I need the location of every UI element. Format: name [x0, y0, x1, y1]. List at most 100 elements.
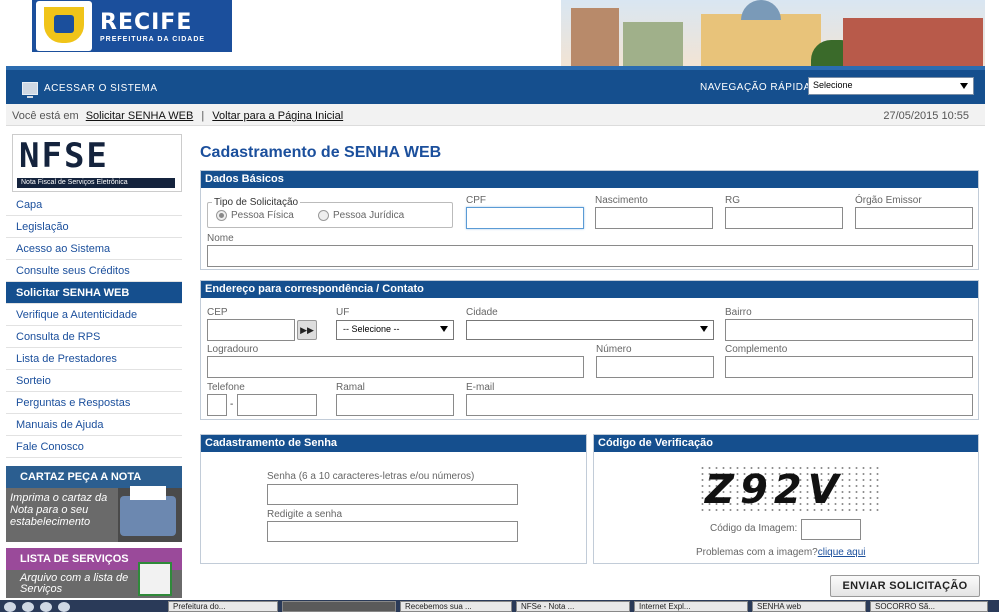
request-type-fieldset: Tipo de Solicitação Pessoa Física Pessoa… — [207, 197, 453, 228]
numero-input[interactable] — [596, 356, 714, 378]
basic-data-header: Dados Básicos — [201, 171, 978, 188]
verification-header: Código de Verificação — [594, 435, 978, 452]
nav-bar: ACESSAR O SISTEMA NAVEGAÇÃO RÁPIDA Selec… — [6, 66, 985, 104]
sidebar-item-rps[interactable]: Consulta de RPS — [6, 326, 182, 348]
breadcrumb-current-link[interactable]: Solicitar SENHA WEB — [86, 110, 194, 122]
service-list-banner[interactable]: LISTA DE SERVIÇOS Arquivo com a lista de… — [6, 548, 182, 598]
taskbar-item[interactable]: SENHA web — [752, 601, 866, 612]
complemento-label: Complemento — [725, 344, 788, 355]
bairro-input[interactable] — [725, 319, 973, 341]
captcha-help: Problemas com a imagem?clique aqui — [696, 547, 866, 558]
nascimento-input[interactable] — [595, 207, 713, 229]
rg-label: RG — [725, 195, 740, 206]
captcha-input[interactable] — [801, 519, 861, 540]
sidebar-item-solicitar-senha[interactable]: Solicitar SENHA WEB — [6, 282, 182, 304]
spreadsheet-icon — [138, 562, 172, 596]
uf-value: -- Selecione -- — [343, 324, 400, 334]
quick-launch-icon[interactable] — [22, 602, 34, 612]
chevron-down-icon — [960, 83, 968, 89]
telefone-ddd-input[interactable] — [207, 394, 227, 416]
taskbar-item[interactable]: Recebemos sua ... — [400, 601, 512, 612]
redigite-senha-input[interactable] — [267, 521, 518, 542]
quick-nav-label: NAVEGAÇÃO RÁPIDA — [700, 82, 811, 93]
cep-label: CEP — [207, 307, 228, 318]
telefone-label: Telefone — [207, 382, 245, 393]
logo-title: RECIFE — [100, 9, 193, 35]
senha-label: Senha (6 a 10 caracteres-letras e/ou núm… — [267, 471, 475, 482]
quick-launch-icon[interactable] — [58, 602, 70, 612]
access-system-label: ACESSAR O SISTEMA — [44, 83, 158, 94]
orgao-emissor-input[interactable] — [855, 207, 973, 229]
telefone-dash: - — [230, 399, 234, 410]
basic-data-panel: Dados Básicos Tipo de Solicitação Pessoa… — [200, 170, 979, 270]
codigo-label: Código da Imagem: — [710, 523, 798, 534]
access-system-link[interactable]: ACESSAR O SISTEMA — [22, 82, 158, 98]
sidebar-item-capa[interactable]: Capa — [6, 194, 182, 216]
request-type-legend: Tipo de Solicitação — [212, 197, 301, 208]
sidebar: NFSE Nota Fiscal de Serviços Eletrônica … — [6, 134, 182, 598]
chevron-down-icon — [700, 326, 708, 332]
sidebar-item-prestadores[interactable]: Lista de Prestadores — [6, 348, 182, 370]
sidebar-item-legislacao[interactable]: Legislação — [6, 216, 182, 238]
refresh-captcha-link[interactable]: clique aqui — [818, 547, 866, 558]
sidebar-item-manuais[interactable]: Manuais de Ajuda — [6, 414, 182, 436]
taskbar-item[interactable]: SOCORRO Sã... — [870, 601, 988, 612]
sidebar-menu: Capa Legislação Acesso ao Sistema Consul… — [6, 194, 182, 458]
telefone-input[interactable] — [237, 394, 317, 416]
promo-title: CARTAZ PEÇA A NOTA — [6, 466, 182, 488]
recife-logo[interactable]: RECIFE PREFEITURA DA CIDADE — [32, 0, 232, 52]
ramal-input[interactable] — [336, 394, 454, 416]
redigite-label: Redigite a senha — [267, 509, 343, 520]
cpf-label: CPF — [466, 195, 486, 206]
logo-subtitle: PREFEITURA DA CIDADE — [100, 35, 206, 43]
cpf-input[interactable] — [466, 207, 584, 229]
quick-launch-icon[interactable] — [40, 602, 52, 612]
page-title: Cadastramento de SENHA WEB — [200, 144, 442, 161]
senha-input[interactable] — [267, 484, 518, 505]
nome-label: Nome — [207, 233, 234, 244]
cidade-select[interactable] — [466, 320, 714, 340]
cep-input[interactable] — [207, 319, 295, 341]
cidade-label: Cidade — [466, 307, 498, 318]
cep-search-button[interactable]: ▶▶ — [297, 320, 317, 340]
poster-promo-banner[interactable]: CARTAZ PEÇA A NOTA Imprima o cartaz da N… — [6, 466, 182, 542]
sidebar-item-creditos[interactable]: Consulte seus Créditos — [6, 260, 182, 282]
sidebar-item-sorteio[interactable]: Sorteio — [6, 370, 182, 392]
back-home-link[interactable]: Voltar para a Página Inicial — [212, 110, 343, 122]
radio-pessoa-juridica[interactable]: Pessoa Jurídica — [318, 210, 404, 221]
city-banner-image — [561, 0, 985, 66]
sidebar-item-autenticidade[interactable]: Verifique a Autenticidade — [6, 304, 182, 326]
printer-icon — [120, 486, 176, 536]
problems-label: Problemas com a imagem? — [696, 547, 818, 558]
submit-button[interactable]: ENVIAR SOLICITAÇÃO — [830, 575, 980, 597]
datetime-label: 27/05/2015 10:55 — [883, 110, 969, 122]
logradouro-input[interactable] — [207, 356, 584, 378]
sidebar-item-acesso[interactable]: Acesso ao Sistema — [6, 238, 182, 260]
password-panel: Cadastramento de Senha Senha (6 a 10 car… — [200, 434, 587, 564]
taskbar-item[interactable]: Internet Expl... — [634, 601, 748, 612]
sidebar-item-perguntas[interactable]: Perguntas e Respostas — [6, 392, 182, 414]
taskbar: Prefeitura do... Recebemos sua ... NFSe … — [0, 600, 999, 612]
promo-text: Imprima o cartaz da Nota para o seu esta… — [6, 488, 118, 542]
radio-pessoa-fisica[interactable]: Pessoa Física — [216, 210, 294, 221]
ramal-label: Ramal — [336, 382, 365, 393]
quick-launch-icon[interactable] — [4, 602, 16, 612]
taskbar-item-active[interactable] — [282, 601, 396, 612]
sidebar-item-fale-conosco[interactable]: Fale Conosco — [6, 436, 182, 458]
email-input[interactable] — [466, 394, 973, 416]
email-label: E-mail — [466, 382, 495, 393]
nascimento-label: Nascimento — [595, 195, 648, 206]
nfse-logo[interactable]: NFSE Nota Fiscal de Serviços Eletrônica — [12, 134, 182, 192]
quick-nav-value: Selecione — [813, 80, 853, 90]
uf-select[interactable]: -- Selecione -- — [336, 320, 454, 340]
captcha-image: Z92V — [699, 465, 879, 513]
complemento-input[interactable] — [725, 356, 973, 378]
taskbar-item[interactable]: NFSe - Nota ... — [516, 601, 630, 612]
taskbar-item[interactable]: Prefeitura do... — [168, 601, 278, 612]
address-panel: Endereço para correspondência / Contato … — [200, 280, 979, 420]
bairro-label: Bairro — [725, 307, 752, 318]
computer-icon — [22, 82, 38, 98]
nome-input[interactable] — [207, 245, 973, 267]
quick-nav-select[interactable]: Selecione — [808, 77, 974, 95]
rg-input[interactable] — [725, 207, 843, 229]
